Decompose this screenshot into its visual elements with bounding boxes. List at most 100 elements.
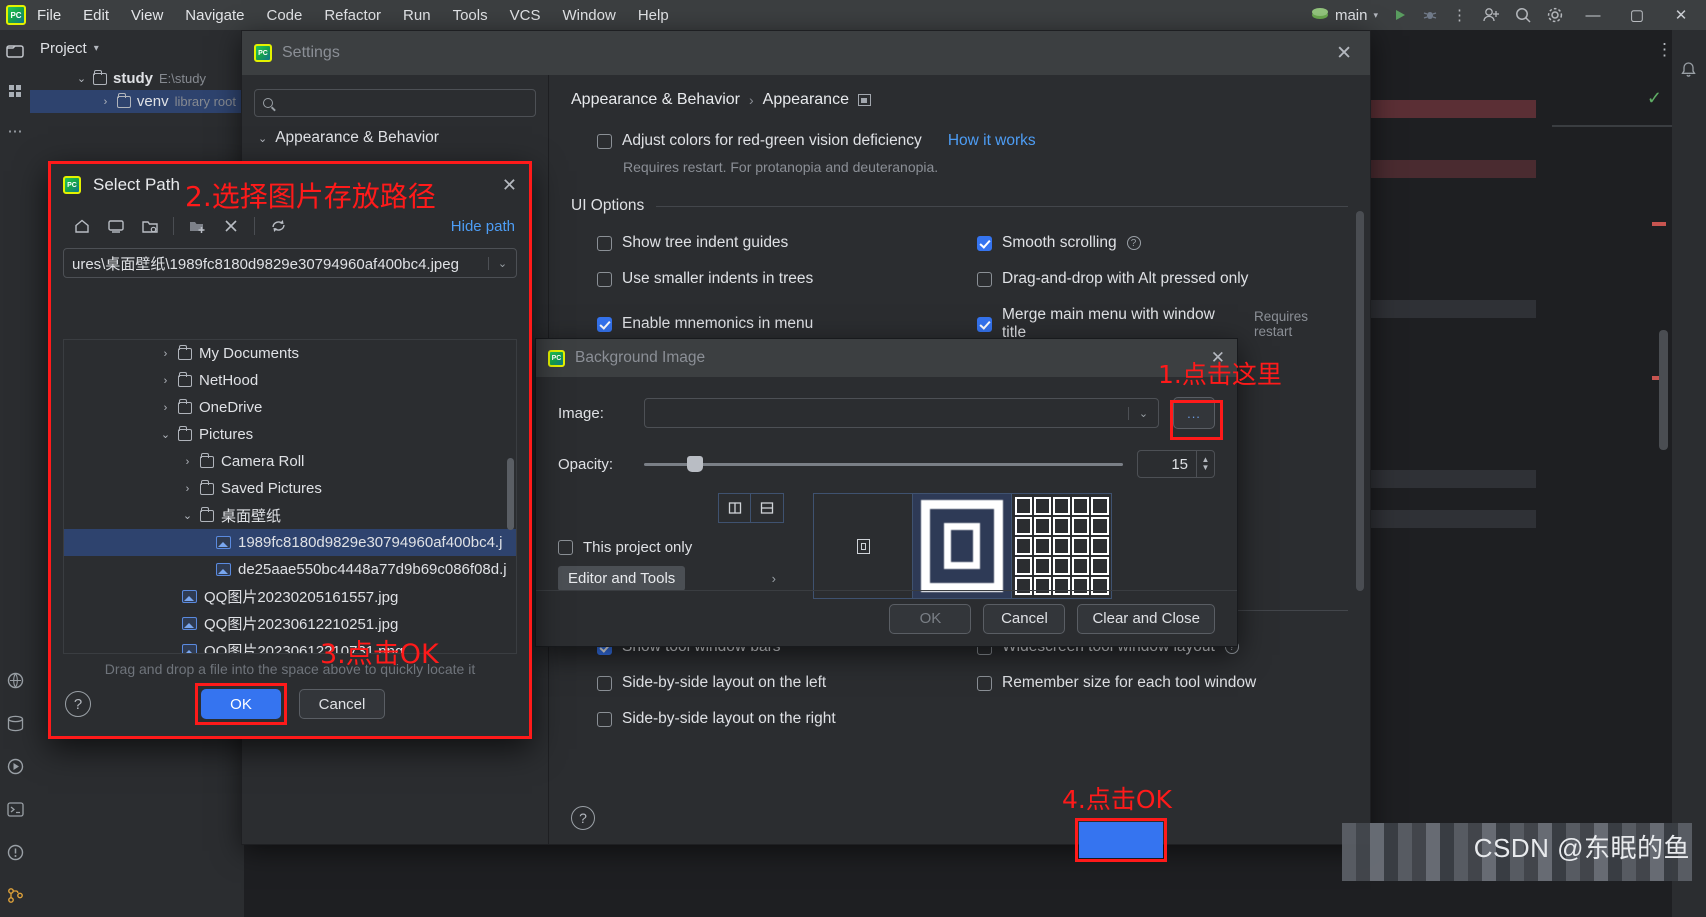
desktop-icon[interactable] [99,212,133,240]
spinner-arrows[interactable]: ▲ ▼ [1196,451,1214,477]
run-icon[interactable] [1392,7,1408,23]
remember-size-row[interactable]: Remember size for each tool window [977,674,1348,692]
window-minimize-button[interactable]: — [1578,2,1608,28]
menu-item-run[interactable]: Run [392,3,442,28]
more-vertical-icon[interactable]: ⋮ [1656,40,1673,60]
chevron-down-icon[interactable]: ⌄ [488,256,516,270]
chevron-right-icon[interactable]: › [182,456,193,468]
editor-scrollbar[interactable] [1659,330,1668,450]
menu-item-refactor[interactable]: Refactor [313,3,392,28]
error-stripe-marker[interactable] [1652,222,1666,226]
drag-and-drop-alt-row[interactable]: Drag-and-drop with Alt pressed only [977,270,1348,288]
close-icon[interactable]: ✕ [1330,42,1358,65]
settings-help-button[interactable]: ? [571,806,595,830]
settings-scrollbar[interactable] [1356,211,1364,591]
window-close-button[interactable]: ✕ [1666,2,1696,28]
tree-item-onedrive[interactable]: › OneDrive [64,394,516,421]
merge-main-menu-checkbox[interactable] [977,316,992,332]
side-by-side-left-row[interactable]: Side-by-side layout on the left [597,674,977,692]
chevron-down-icon[interactable]: ⌄ [160,428,171,441]
tree-item-image-2[interactable]: de25aae550bc4448a77d9b69c086f08d.j [64,556,516,583]
help-icon[interactable]: ? [1126,236,1141,250]
new-folder-icon[interactable] [180,212,214,240]
tree-item-selected-image[interactable]: 1989fc8180d9829e30794960af400bc4.j [64,529,516,556]
bg-ok-button[interactable]: OK [889,603,972,634]
opacity-spinner[interactable]: 15 ▲ ▼ [1137,450,1215,478]
select-path-cancel-button[interactable]: Cancel [299,689,385,719]
this-project-only-row[interactable]: This project only [558,539,813,556]
project-tool-icon[interactable] [5,42,25,64]
fill-mode-scale-option[interactable] [913,494,1012,598]
git-branch-widget[interactable]: main ▾ [1311,6,1378,24]
merge-main-menu-row[interactable]: Merge main menu with window title Requir… [977,306,1348,342]
how-it-works-link[interactable]: How it works [948,132,1036,150]
path-combobox[interactable]: ures\桌面壁纸\1989fc8180d9829e30794960af400b… [63,248,517,278]
help-button[interactable]: ? [65,691,91,717]
tree-item-desktop-wallpaper[interactable]: ⌄ 桌面壁纸 [64,502,516,529]
menu-item-window[interactable]: Window [551,3,626,28]
menu-item-edit[interactable]: Edit [72,3,120,28]
fill-mode-tile-option[interactable] [1012,494,1111,598]
enable-mnemonics-row[interactable]: Enable mnemonics in menu [597,306,977,342]
settings-search-input[interactable] [254,89,536,117]
split-vertical-icon[interactable] [718,493,751,523]
chevron-right-icon[interactable]: › [772,571,776,586]
menu-item-vcs[interactable]: VCS [499,3,552,28]
breadcrumb-item-1[interactable]: Appearance [763,91,849,109]
enable-mnemonics-checkbox[interactable] [597,316,612,332]
structure-tool-icon[interactable] [6,82,24,104]
menu-item-view[interactable]: View [120,3,174,28]
add-user-icon[interactable] [1482,7,1500,23]
tree-item-nethood[interactable]: › NetHood [64,367,516,394]
scope-selector[interactable]: Editor and Tools › [558,566,776,591]
this-project-only-checkbox[interactable] [558,540,573,555]
remember-size-checkbox[interactable] [977,675,992,691]
debug-icon[interactable] [1422,7,1438,23]
chevron-down-icon[interactable]: ⌄ [182,509,193,522]
slider-knob[interactable] [687,456,704,472]
chevron-down-icon[interactable]: ⌄ [1128,406,1158,420]
settings-ok-button[interactable] [1079,822,1163,858]
fill-mode-center-option[interactable] [814,494,913,598]
side-by-side-left-checkbox[interactable] [597,675,612,691]
bg-cancel-button[interactable]: Cancel [983,603,1066,634]
more-tool-windows-icon[interactable]: ⋯ [8,122,23,140]
smooth-scrolling-checkbox[interactable] [977,235,992,251]
reset-settings-icon[interactable] [857,94,871,106]
chevron-right-icon[interactable]: › [160,402,171,414]
use-smaller-indents-checkbox[interactable] [597,271,612,287]
chevron-down-icon[interactable]: ▾ [94,43,99,54]
tree-item-saved-pictures[interactable]: › Saved Pictures [64,475,516,502]
tree-row-study[interactable]: ⌄ study E:\study [30,67,244,90]
chevron-right-icon[interactable]: › [182,483,193,495]
refresh-icon[interactable] [261,212,295,240]
home-icon[interactable] [65,212,99,240]
git-tool-icon[interactable] [6,886,25,909]
notifications-icon[interactable] [1679,60,1698,83]
more-vertical-icon[interactable]: ⋮ [1452,6,1468,24]
tree-item-camera-roll[interactable]: › Camera Roll [64,448,516,475]
smooth-scrolling-row[interactable]: Smooth scrolling ? [977,234,1348,252]
file-tree-scrollbar[interactable] [507,458,514,530]
chevron-right-icon[interactable]: › [160,348,171,360]
tree-item-qq-3[interactable]: QQ图片20230612210731.png [64,637,516,653]
search-icon[interactable] [1514,6,1532,24]
adjust-colors-row[interactable]: Adjust colors for red-green vision defic… [597,132,1348,150]
tree-item-pictures[interactable]: ⌄ Pictures [64,421,516,448]
bg-clear-and-close-button[interactable]: Clear and Close [1077,603,1215,634]
tree-item-qq-1[interactable]: QQ图片20230205161557.jpg [64,583,516,610]
menu-item-tools[interactable]: Tools [442,3,499,28]
tree-row-venv[interactable]: › venv library root [30,90,244,113]
hide-path-link[interactable]: Hide path [451,218,515,235]
breadcrumb-item-0[interactable]: Appearance & Behavior [571,91,740,109]
chevron-down-icon[interactable]: ⌄ [258,132,267,145]
select-path-ok-button[interactable]: OK [201,689,281,719]
window-maximize-button[interactable]: ▢ [1622,2,1652,28]
image-path-combobox[interactable]: ⌄ [644,398,1159,428]
chevron-right-icon[interactable]: › [100,96,111,108]
split-horizontal-icon[interactable] [751,493,784,523]
settings-gear-icon[interactable] [1546,6,1564,24]
drag-and-drop-alt-checkbox[interactable] [977,271,992,287]
chevron-right-icon[interactable]: › [160,375,171,387]
menu-item-code[interactable]: Code [255,3,313,28]
